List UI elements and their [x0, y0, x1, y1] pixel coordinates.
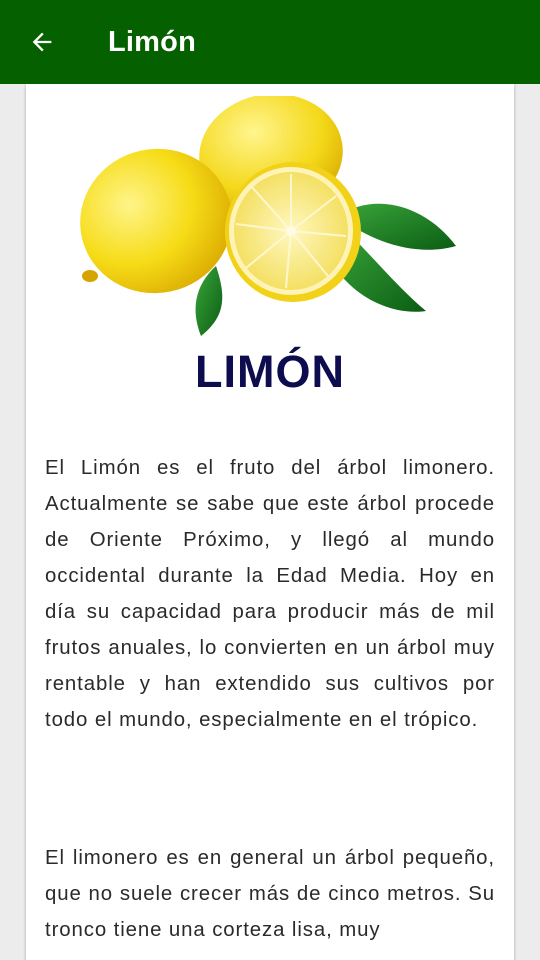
- app-bar: Limón: [0, 0, 540, 84]
- article-heading: LIMÓN: [195, 346, 345, 397]
- lemon-image: [80, 96, 456, 336]
- back-button[interactable]: [22, 22, 62, 62]
- article-card: LIMÓN El Limón es el fruto del árbol lim…: [26, 84, 514, 960]
- article-paragraph-1: El Limón es el fruto del árbol limonero.…: [45, 457, 495, 731]
- app-bar-title: Limón: [108, 26, 196, 58]
- arrow-left-icon: [32, 32, 52, 52]
- article-paragraph-2: El limonero es en general un árbol peque…: [45, 847, 495, 941]
